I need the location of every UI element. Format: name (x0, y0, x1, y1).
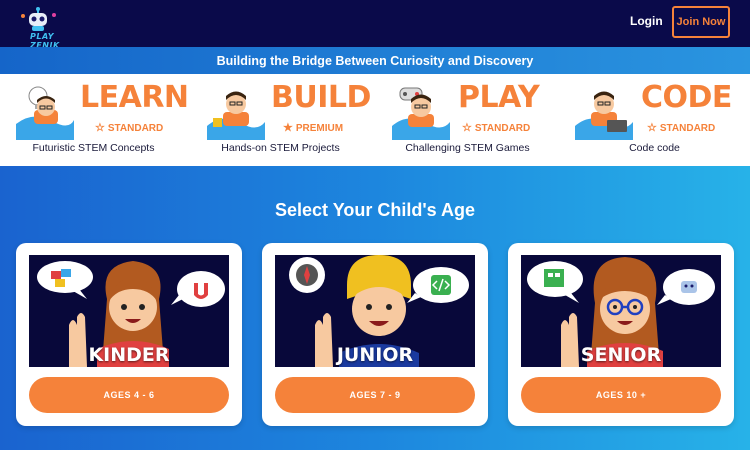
age-card-kinder[interactable]: KINDER AGES 4 - 6 (16, 243, 242, 426)
feature-tier: ☆ STANDARD (462, 121, 530, 134)
feature-title: LEARN (80, 80, 189, 115)
feature-title: PLAY (458, 80, 540, 115)
age-group-label: JUNIOR (336, 344, 414, 366)
feature-tier-label: STANDARD (474, 123, 531, 134)
kinder-illustration: KINDER (29, 255, 229, 367)
mascot-lightbulb-icon (16, 86, 74, 140)
site-logo[interactable]: PLAY ZENIK (12, 5, 68, 50)
feature-description: Code code (629, 142, 680, 154)
feature-build[interactable]: BUILD ★ PREMIUM Hands-on STEM Projects (187, 74, 374, 166)
feature-description: Hands-on STEM Projects (221, 142, 340, 154)
feature-tier-label: PREMIUM (295, 123, 344, 134)
star-filled-icon: ★ (283, 122, 293, 134)
junior-illustration: JUNIOR (275, 255, 475, 367)
feature-title: BUILD (271, 80, 371, 115)
feature-code[interactable]: CODE ☆ STANDARD Code code (561, 74, 748, 166)
ages-4-6-button[interactable]: AGES 4 - 6 (29, 377, 229, 413)
feature-play[interactable]: PLAY ☆ STANDARD Challenging STEM Games (374, 74, 561, 166)
ages-7-9-button[interactable]: AGES 7 - 9 (275, 377, 475, 413)
join-now-button[interactable]: Join Now (672, 6, 730, 38)
feature-tier: ★ PREMIUM (283, 121, 343, 134)
age-card-junior[interactable]: JUNIOR AGES 7 - 9 (262, 243, 488, 426)
login-link[interactable]: Login (630, 14, 663, 28)
feature-tier-label: STANDARD (659, 123, 716, 134)
age-group-label: SENIOR (580, 344, 662, 366)
age-group-label: KINDER (88, 344, 170, 366)
mascot-laptop-icon (575, 91, 633, 140)
feature-title: CODE (641, 80, 732, 115)
feature-tier: ☆ STANDARD (95, 121, 163, 134)
feature-tier-label: STANDARD (107, 123, 164, 134)
star-outline-icon: ☆ (647, 122, 657, 134)
feature-learn[interactable]: LEARN ☆ STANDARD Futuristic STEM Concepts (0, 74, 189, 166)
tagline-banner: Building the Bridge Between Curiosity an… (0, 47, 750, 74)
feature-tier: ☆ STANDARD (647, 121, 715, 134)
star-outline-icon: ☆ (462, 122, 472, 134)
mascot-gamepad-icon (392, 87, 450, 140)
ages-10-plus-button[interactable]: AGES 10 + (521, 377, 721, 413)
feature-description: Challenging STEM Games (405, 142, 530, 154)
section-title: Select Your Child's Age (275, 200, 475, 220)
age-card-senior[interactable]: SENIOR AGES 10 + (508, 243, 734, 426)
senior-illustration: SENIOR (521, 255, 721, 367)
features-strip: LEARN ☆ STANDARD Futuristic STEM Concepts… (0, 74, 750, 166)
star-outline-icon: ☆ (95, 122, 105, 134)
top-navigation-bar: PLAY ZENIK Login Join Now (0, 0, 750, 50)
mascot-builder-icon (207, 91, 265, 140)
feature-description: Futuristic STEM Concepts (32, 142, 155, 154)
